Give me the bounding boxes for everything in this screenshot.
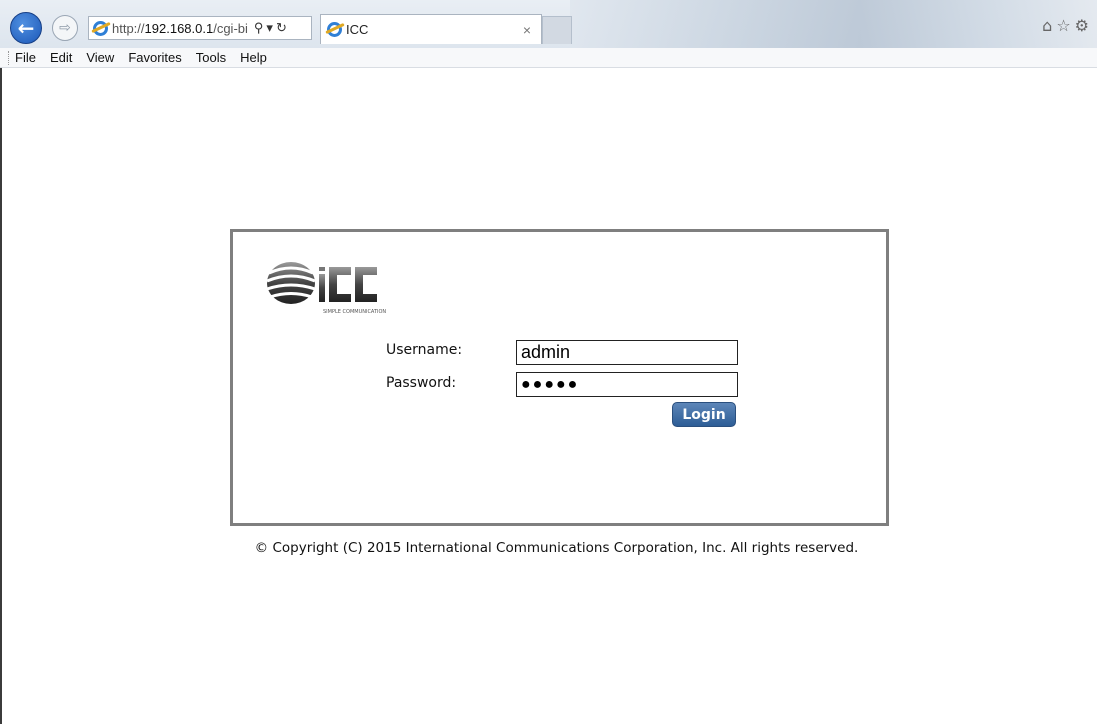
ie-page-icon xyxy=(93,20,108,36)
new-tab-button[interactable] xyxy=(542,16,572,44)
login-button[interactable]: Login xyxy=(672,402,736,427)
address-prefix: http:// xyxy=(112,20,145,36)
menu-file[interactable]: File xyxy=(15,50,36,65)
icc-logo: SIMPLE COMMUNICATION xyxy=(266,262,386,315)
menu-bar: File Edit View Favorites Tools Help xyxy=(0,48,1097,68)
menu-help[interactable]: Help xyxy=(240,50,267,65)
login-panel: SIMPLE COMMUNICATION Username: admin Pas… xyxy=(230,229,889,526)
password-label: Password: xyxy=(386,375,457,391)
menu-edit[interactable]: Edit xyxy=(50,50,72,65)
ie-tab-icon xyxy=(327,22,342,37)
username-input[interactable]: admin xyxy=(516,340,738,365)
address-bar[interactable]: http://192.168.0.1/cgi-bi ⚲▾↻ xyxy=(88,16,312,40)
menu-favorites[interactable]: Favorites xyxy=(128,50,181,65)
address-suffix: /cgi-bi xyxy=(213,20,248,36)
search-refresh-icons[interactable]: ⚲▾↻ xyxy=(254,20,290,36)
username-label: Username: xyxy=(386,342,463,358)
favorites-star-icon[interactable]: ☆ xyxy=(1056,16,1074,35)
password-input[interactable]: ●●●●● xyxy=(516,372,738,397)
window-left-edge xyxy=(0,68,2,724)
forward-arrow-icon: ⇨ xyxy=(59,20,71,36)
back-button[interactable]: ← xyxy=(10,12,42,44)
titlebar-background xyxy=(570,0,1097,48)
settings-gear-icon[interactable]: ⚙ xyxy=(1075,16,1093,35)
forward-button[interactable]: ⇨ xyxy=(52,15,78,41)
tab-icc[interactable]: ICC × xyxy=(320,14,542,44)
address-host: 192.168.0.1 xyxy=(144,20,214,36)
menu-view[interactable]: View xyxy=(86,50,114,65)
tab-close-icon[interactable]: × xyxy=(523,22,531,38)
logo-tagline: SIMPLE COMMUNICATION xyxy=(323,309,386,315)
back-arrow-icon: ← xyxy=(17,16,35,40)
tab-title: ICC xyxy=(346,22,369,37)
toolbar-icons: ⌂☆⚙ xyxy=(1042,16,1093,35)
menu-grip xyxy=(8,50,11,65)
home-icon[interactable]: ⌂ xyxy=(1042,16,1056,35)
copyright-text: © Copyright (C) 2015 International Commu… xyxy=(254,540,859,556)
menu-tools[interactable]: Tools xyxy=(196,50,226,65)
